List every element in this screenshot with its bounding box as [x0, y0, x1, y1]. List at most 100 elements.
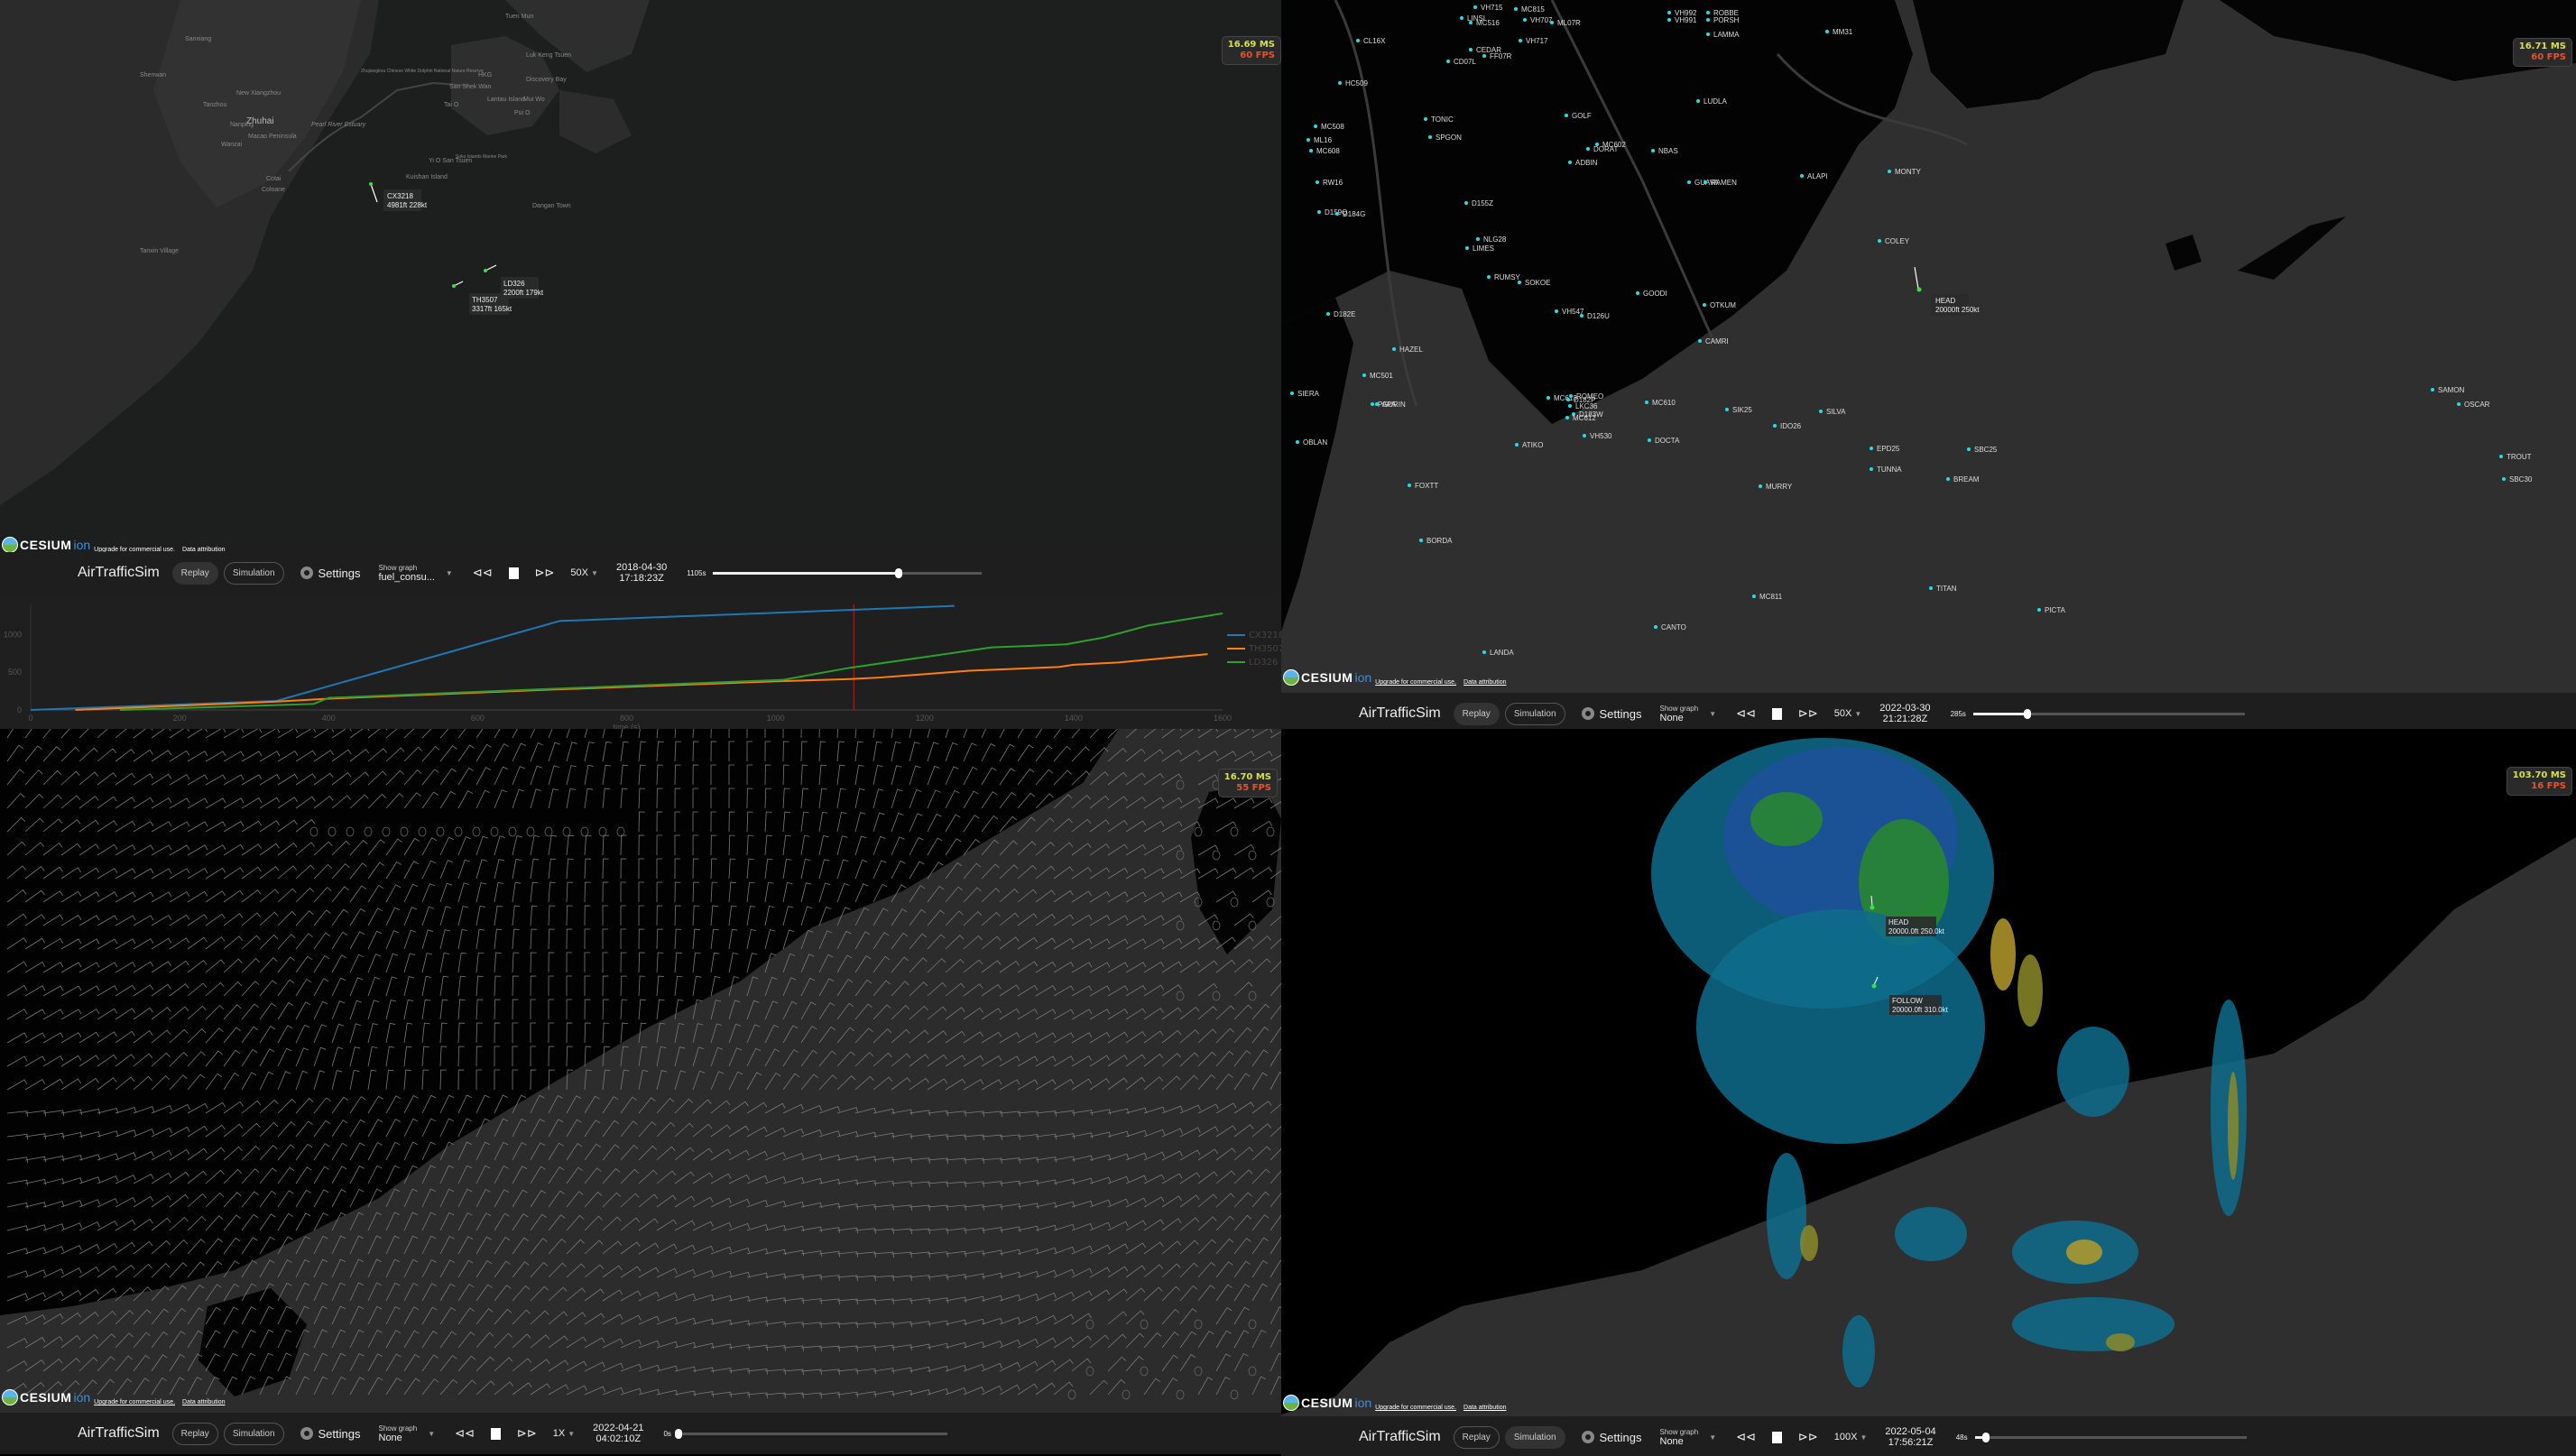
waypoint-marker[interactable]: [1309, 149, 1313, 152]
waypoint-marker[interactable]: [1706, 18, 1710, 22]
waypoint-marker[interactable]: [1773, 424, 1777, 428]
waypoint-marker[interactable]: [1648, 438, 1651, 442]
map-viewport[interactable]: VH715 MC815 ML07R VH707 VH717 CEDAR CD07L FF07R…: [1281, 0, 2576, 687]
waypoint-marker[interactable]: [1419, 539, 1423, 542]
cesium-logo[interactable]: CESIUM ion: [1283, 1395, 1371, 1411]
waypoint-marker[interactable]: [1555, 309, 1558, 313]
waypoint-marker[interactable]: [1800, 174, 1804, 178]
replay-button[interactable]: Replay: [171, 561, 218, 585]
rewind-icon[interactable]: ⊲⊲: [455, 1426, 475, 1441]
waypoint-marker[interactable]: [1306, 138, 1310, 142]
rewind-icon[interactable]: ⊲⊲: [1736, 706, 1756, 721]
waypoint-marker[interactable]: [1469, 21, 1473, 24]
settings-button[interactable]: Settings: [1581, 707, 1642, 721]
waypoint-marker[interactable]: [1392, 347, 1396, 351]
show-graph-select[interactable]: Show graph None: [1660, 1428, 1699, 1447]
waypoint-marker[interactable]: [1698, 339, 1702, 343]
chevron-down-icon[interactable]: ▼: [1709, 710, 1716, 718]
waypoint-marker[interactable]: [1565, 114, 1568, 117]
speed-select[interactable]: 1X ▼: [553, 1428, 575, 1439]
replay-button[interactable]: Replay: [1453, 1425, 1500, 1449]
waypoint-marker[interactable]: [1371, 402, 1374, 406]
cesium-logo[interactable]: CESIUM ion: [2, 537, 90, 553]
waypoint-marker[interactable]: [1583, 434, 1586, 438]
fast-forward-icon[interactable]: ⊳⊳: [517, 1426, 537, 1441]
waypoint-marker[interactable]: [1487, 275, 1491, 279]
timeline-handle[interactable]: [2024, 708, 2032, 719]
settings-button[interactable]: Settings: [300, 1427, 361, 1441]
waypoint-marker[interactable]: [2457, 402, 2461, 406]
map-viewport[interactable]: HEAD 20000.0ft 250.0kt FOLLOW 20000.0ft …: [1281, 729, 2576, 1415]
timeline-slider[interactable]: [674, 1428, 947, 1439]
show-graph-select[interactable]: Show graph None: [1660, 705, 1699, 723]
simulation-button[interactable]: Simulation: [1504, 1425, 1565, 1449]
fast-forward-icon[interactable]: ⊳⊳: [535, 566, 555, 580]
data-attribution-link[interactable]: Data attribution: [1463, 679, 1506, 686]
chevron-down-icon[interactable]: ▼: [1709, 1433, 1716, 1442]
map-canvas[interactable]: Zhuhai Macao Peninsula Pearl River Estua…: [0, 0, 1281, 558]
waypoint-marker[interactable]: [1645, 401, 1648, 404]
waypoint-marker[interactable]: [1446, 60, 1450, 63]
data-attribution-link[interactable]: Data attribution: [1463, 1405, 1506, 1411]
waypoint-marker[interactable]: [1929, 586, 1933, 590]
waypoint-marker[interactable]: [1568, 404, 1572, 408]
show-graph-select[interactable]: Show graph None: [379, 1424, 418, 1443]
map-canvas[interactable]: HEAD 20000.0ft 250.0kt FOLLOW 20000.0ft …: [1281, 729, 2576, 1415]
waypoint-marker[interactable]: [1482, 650, 1486, 654]
waypoint-marker[interactable]: [1703, 180, 1707, 184]
waypoint-marker[interactable]: [1523, 18, 1527, 22]
settings-button[interactable]: Settings: [300, 567, 361, 580]
waypoint-marker[interactable]: [1338, 81, 1342, 85]
replay-button[interactable]: Replay: [1453, 702, 1500, 725]
timeline-slider[interactable]: [1972, 708, 2245, 719]
cesium-logo[interactable]: CESIUM ion: [2, 1389, 90, 1405]
waypoint-marker[interactable]: [1752, 594, 1756, 598]
waypoint-marker[interactable]: [1825, 30, 1829, 33]
chevron-down-icon[interactable]: ▼: [446, 569, 453, 577]
waypoint-marker[interactable]: [1946, 477, 1950, 481]
timeline-slider[interactable]: [713, 567, 983, 578]
stop-icon[interactable]: [1771, 707, 1782, 720]
waypoint-marker[interactable]: [1586, 147, 1590, 151]
waypoint-marker[interactable]: [1706, 32, 1710, 36]
rewind-icon[interactable]: ⊲⊲: [1736, 1430, 1756, 1444]
data-attribution-link[interactable]: Data attribution: [182, 1399, 225, 1405]
waypoint-marker[interactable]: [1424, 117, 1427, 121]
waypoint-marker[interactable]: [1362, 373, 1366, 377]
show-graph-select[interactable]: Show graph fuel_consu...: [379, 564, 435, 583]
waypoint-marker[interactable]: [1569, 394, 1573, 398]
waypoint-marker[interactable]: [1465, 246, 1469, 250]
waypoint-marker[interactable]: [1696, 99, 1700, 103]
waypoint-marker[interactable]: [1759, 484, 1762, 488]
waypoint-marker[interactable]: [1654, 625, 1657, 629]
waypoint-marker[interactable]: [1580, 314, 1583, 318]
waypoint-marker[interactable]: [1356, 39, 1360, 42]
waypoint-marker[interactable]: [1335, 212, 1339, 216]
waypoint-marker[interactable]: [1518, 281, 1521, 284]
map-canvas[interactable]: [0, 729, 1281, 1413]
waypoint-marker[interactable]: [1317, 210, 1321, 214]
waypoint-marker[interactable]: [1476, 237, 1480, 241]
waypoint-marker[interactable]: [1296, 440, 1299, 444]
upgrade-link[interactable]: Upgrade for commercial use.: [1375, 1405, 1456, 1411]
map-viewport[interactable]: [0, 729, 1281, 1413]
waypoint-marker[interactable]: [1967, 447, 1971, 451]
waypoint-marker[interactable]: [1566, 398, 1570, 401]
simulation-button[interactable]: Simulation: [223, 561, 284, 585]
upgrade-link[interactable]: Upgrade for commercial use.: [1375, 679, 1456, 686]
fast-forward-icon[interactable]: ⊳⊳: [1798, 706, 1818, 721]
waypoint-marker[interactable]: [1314, 124, 1317, 128]
cesium-logo[interactable]: CESIUM ion: [1283, 669, 1371, 686]
stop-icon[interactable]: [1771, 1431, 1782, 1443]
waypoint-marker[interactable]: [1469, 48, 1473, 51]
settings-button[interactable]: Settings: [1581, 1431, 1642, 1444]
waypoint-marker[interactable]: [1651, 149, 1655, 152]
map-canvas[interactable]: VH715 MC815ML07RVH707VH717CEDARCD07LFF07R…: [1281, 0, 2576, 687]
waypoint-marker[interactable]: [1878, 239, 1881, 243]
waypoint-marker[interactable]: [2499, 455, 2503, 458]
waypoint-marker[interactable]: [1870, 447, 1873, 450]
waypoint-marker[interactable]: [1725, 408, 1729, 411]
waypoint-marker[interactable]: [1514, 7, 1518, 11]
upgrade-link[interactable]: Upgrade for commercial use.: [94, 1399, 175, 1405]
waypoint-marker[interactable]: [1636, 291, 1639, 295]
